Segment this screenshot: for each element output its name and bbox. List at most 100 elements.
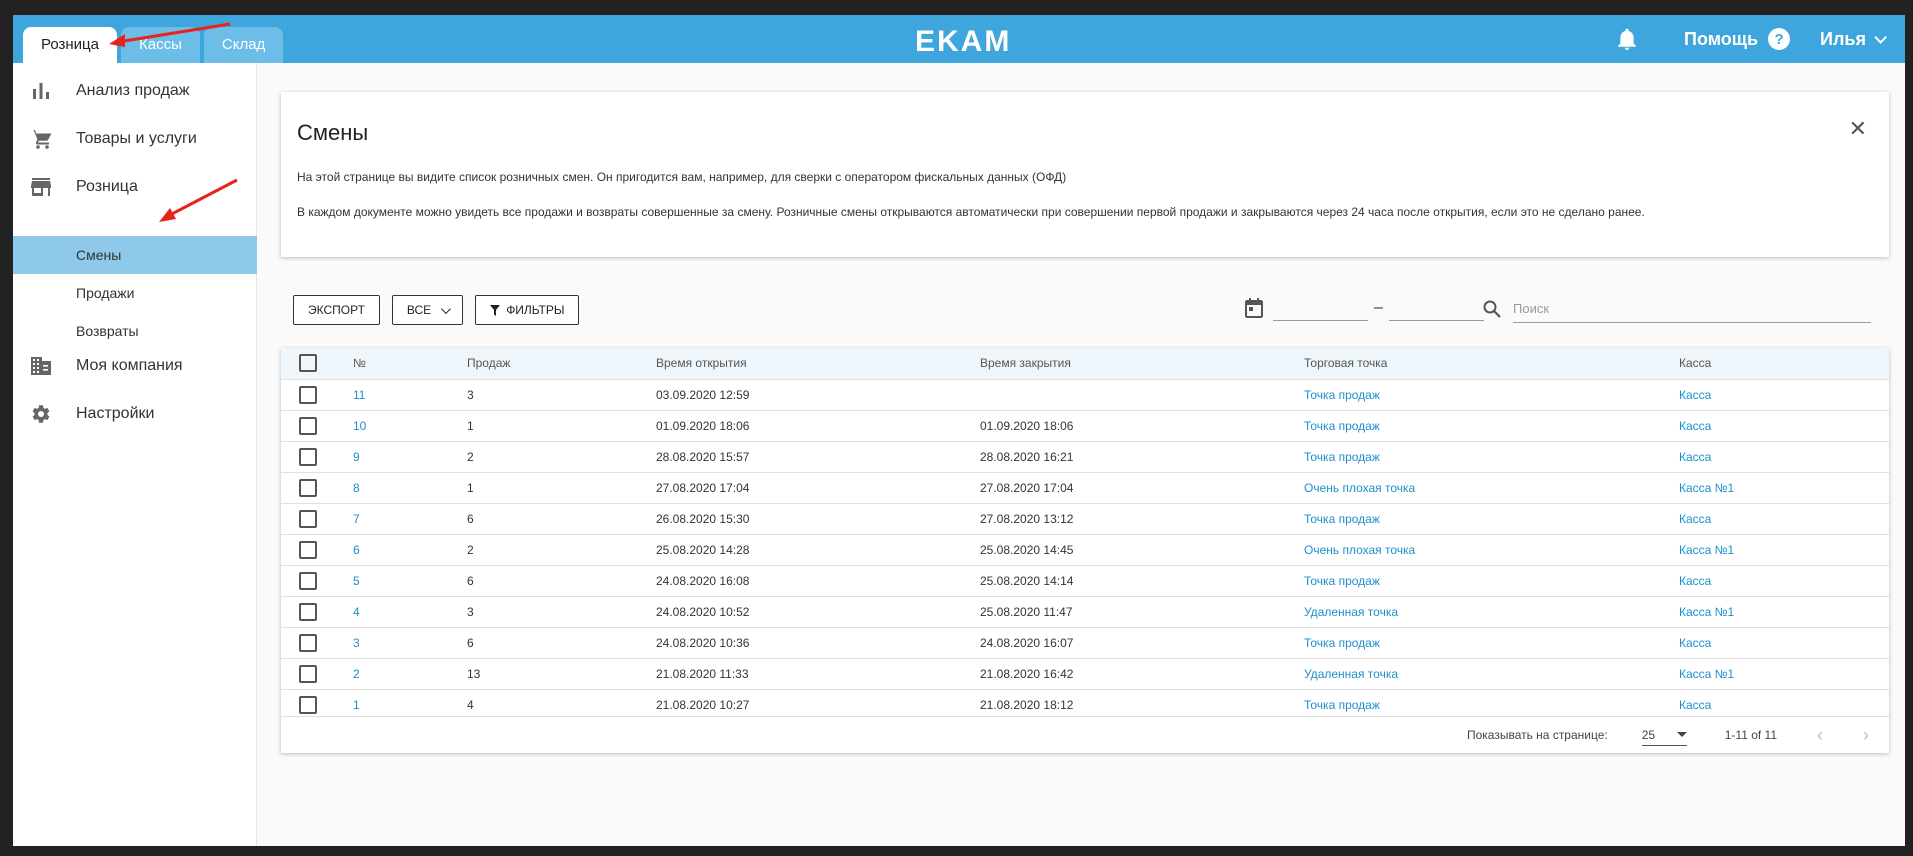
- row-checkbox-cell: [281, 441, 353, 472]
- table-row[interactable]: 7 6 26.08.2020 15:30 27.08.2020 13:12 Точка …: [281, 503, 1889, 534]
- calendar-icon[interactable]: [1245, 298, 1263, 318]
- search-input[interactable]: [1513, 295, 1871, 323]
- sales-point-link[interactable]: Точка продаж: [1304, 627, 1679, 658]
- sales-point-link[interactable]: Удаленная точка: [1304, 658, 1679, 689]
- row-checkbox-cell: [281, 565, 353, 596]
- table-row[interactable]: 2 13 21.08.2020 11:33 21.08.2020 16:42 Удале…: [281, 658, 1889, 689]
- cash-register-link[interactable]: Касса №1: [1679, 596, 1889, 627]
- sales-count: 3: [467, 387, 474, 402]
- shift-number-link[interactable]: 3: [353, 627, 467, 658]
- table-row[interactable]: 8 1 27.08.2020 17:04 27.08.2020 17:04 Очень …: [281, 472, 1889, 503]
- shift-number-link[interactable]: 6: [353, 534, 467, 565]
- dropdown-arrow-icon: [1676, 732, 1687, 737]
- cash-register-link[interactable]: Касса №1: [1679, 472, 1889, 503]
- sales-point-link[interactable]: Точка продаж: [1304, 410, 1679, 441]
- table-row[interactable]: 5 6 24.08.2020 16:08 25.08.2020 14:14 Точка …: [281, 565, 1889, 596]
- shift-number-link[interactable]: 7: [353, 503, 467, 534]
- next-page-button[interactable]: ›: [1863, 725, 1869, 746]
- column-header[interactable]: №: [353, 348, 467, 379]
- cash-register-link[interactable]: Касса: [1679, 503, 1889, 534]
- cash-register-link[interactable]: Касса №1: [1679, 658, 1889, 689]
- shift-number-link[interactable]: 10: [353, 410, 467, 441]
- shift-number-link[interactable]: 5: [353, 565, 467, 596]
- row-checkbox[interactable]: [299, 633, 317, 652]
- sales-point-link[interactable]: Очень плохая точка: [1304, 534, 1679, 565]
- sales-count: 3: [467, 604, 474, 619]
- row-checkbox-cell: [281, 379, 353, 410]
- cash-register-link[interactable]: Касса: [1679, 410, 1889, 441]
- help-icon: ?: [1768, 28, 1791, 50]
- sales-point-link[interactable]: Удаленная точка: [1304, 596, 1679, 627]
- column-header[interactable]: Касса: [1679, 348, 1889, 379]
- row-checkbox[interactable]: [299, 509, 317, 528]
- table-row[interactable]: 4 3 24.08.2020 10:52 25.08.2020 11:47 Удален…: [281, 596, 1889, 627]
- open-time: 24.08.2020 10:52: [656, 604, 750, 619]
- row-checkbox[interactable]: [299, 602, 317, 621]
- sidebar-item-company[interactable]: Моя компания: [13, 344, 257, 388]
- close-time: 21.08.2020 16:42: [980, 666, 1074, 681]
- close-time: 27.08.2020 13:12: [980, 511, 1074, 526]
- per-page-select[interactable]: 25: [1641, 724, 1687, 746]
- bell-icon[interactable]: [1616, 28, 1638, 50]
- sidebar-item-label: Настройки: [76, 405, 155, 422]
- open-time: 21.08.2020 11:33: [656, 666, 749, 681]
- row-checkbox-cell: [281, 627, 353, 658]
- date-from-input[interactable]: [1273, 295, 1368, 321]
- open-time: 24.08.2020 10:36: [656, 635, 750, 650]
- filters-button[interactable]: ФИЛЬТРЫ: [475, 295, 580, 325]
- column-header[interactable]: Торговая точка: [1304, 348, 1679, 379]
- row-checkbox[interactable]: [299, 540, 317, 559]
- shift-number-link[interactable]: 2: [353, 658, 467, 689]
- sales-point-link[interactable]: Точка продаж: [1304, 565, 1679, 596]
- user-menu[interactable]: Илья: [1820, 28, 1887, 50]
- cash-register-link[interactable]: Касса: [1679, 565, 1889, 596]
- sidebar-subitem-shifts[interactable]: Смены: [13, 236, 257, 274]
- user-name: Илья: [1820, 28, 1866, 49]
- per-page-value: 25: [1641, 727, 1656, 742]
- sales-point-link[interactable]: Очень плохая точка: [1304, 472, 1679, 503]
- cash-register-link[interactable]: Касса: [1679, 627, 1889, 658]
- sales-point-link[interactable]: Точка продаж: [1304, 379, 1679, 410]
- column-header[interactable]: Время открытия: [656, 348, 980, 379]
- row-checkbox[interactable]: [299, 664, 317, 683]
- sales-point-link[interactable]: Точка продаж: [1304, 441, 1679, 472]
- date-to-input[interactable]: [1388, 295, 1484, 321]
- chevron-down-icon: [441, 303, 452, 314]
- sales-point-link[interactable]: Точка продаж: [1304, 503, 1679, 534]
- row-checkbox[interactable]: [299, 385, 317, 404]
- cash-register-link[interactable]: Касса №1: [1679, 534, 1889, 565]
- shift-number-link[interactable]: 11: [353, 379, 467, 410]
- sales-count: 6: [467, 573, 474, 588]
- row-checkbox[interactable]: [299, 571, 317, 590]
- table-row[interactable]: 3 6 24.08.2020 10:36 24.08.2020 16:07 Точка …: [281, 627, 1889, 658]
- close-time: 01.09.2020 18:06: [980, 418, 1074, 433]
- annotation-arrowhead: [109, 34, 125, 47]
- row-checkbox[interactable]: [299, 416, 317, 435]
- cash-register-link[interactable]: Касса: [1679, 379, 1889, 410]
- sidebar-item-settings[interactable]: Настройки: [13, 392, 257, 436]
- building-icon: [29, 354, 53, 378]
- table-row[interactable]: 10 1 01.09.2020 18:06 01.09.2020 18:06 Точка…: [281, 410, 1889, 441]
- shift-number-link[interactable]: 4: [353, 596, 467, 627]
- annotation-arrow-line: [167, 178, 238, 218]
- table-row[interactable]: 6 2 25.08.2020 14:28 25.08.2020 14:45 Очень …: [281, 534, 1889, 565]
- cash-register-link[interactable]: Касса: [1679, 441, 1889, 472]
- row-checkbox[interactable]: [299, 695, 317, 714]
- page-range: 1-11 of 11: [1724, 728, 1777, 742]
- column-header[interactable]: Время закрытия: [980, 348, 1304, 379]
- select-all-checkbox[interactable]: [299, 354, 317, 373]
- close-icon[interactable]: ✕: [1849, 116, 1867, 142]
- prev-page-button[interactable]: ‹: [1817, 725, 1823, 746]
- table-row[interactable]: 9 2 28.08.2020 15:57 28.08.2020 16:21 Точка …: [281, 441, 1889, 472]
- shift-number-link[interactable]: 8: [353, 472, 467, 503]
- table-row[interactable]: 11 3 03.09.2020 12:59 Точка продаж Касса: [281, 379, 1889, 410]
- export-button[interactable]: ЭКСПОРТ: [293, 295, 380, 325]
- shift-number-link[interactable]: 9: [353, 441, 467, 472]
- help-link[interactable]: Помощь ?: [1684, 28, 1791, 50]
- row-checkbox[interactable]: [299, 478, 317, 497]
- all-dropdown[interactable]: ВСЕ: [391, 295, 464, 325]
- row-checkbox[interactable]: [299, 447, 317, 466]
- column-header[interactable]: Продаж: [467, 348, 656, 379]
- open-time: 25.08.2020 14:28: [656, 542, 750, 557]
- sidebar-subitem-sales[interactable]: Продажи: [13, 274, 257, 312]
